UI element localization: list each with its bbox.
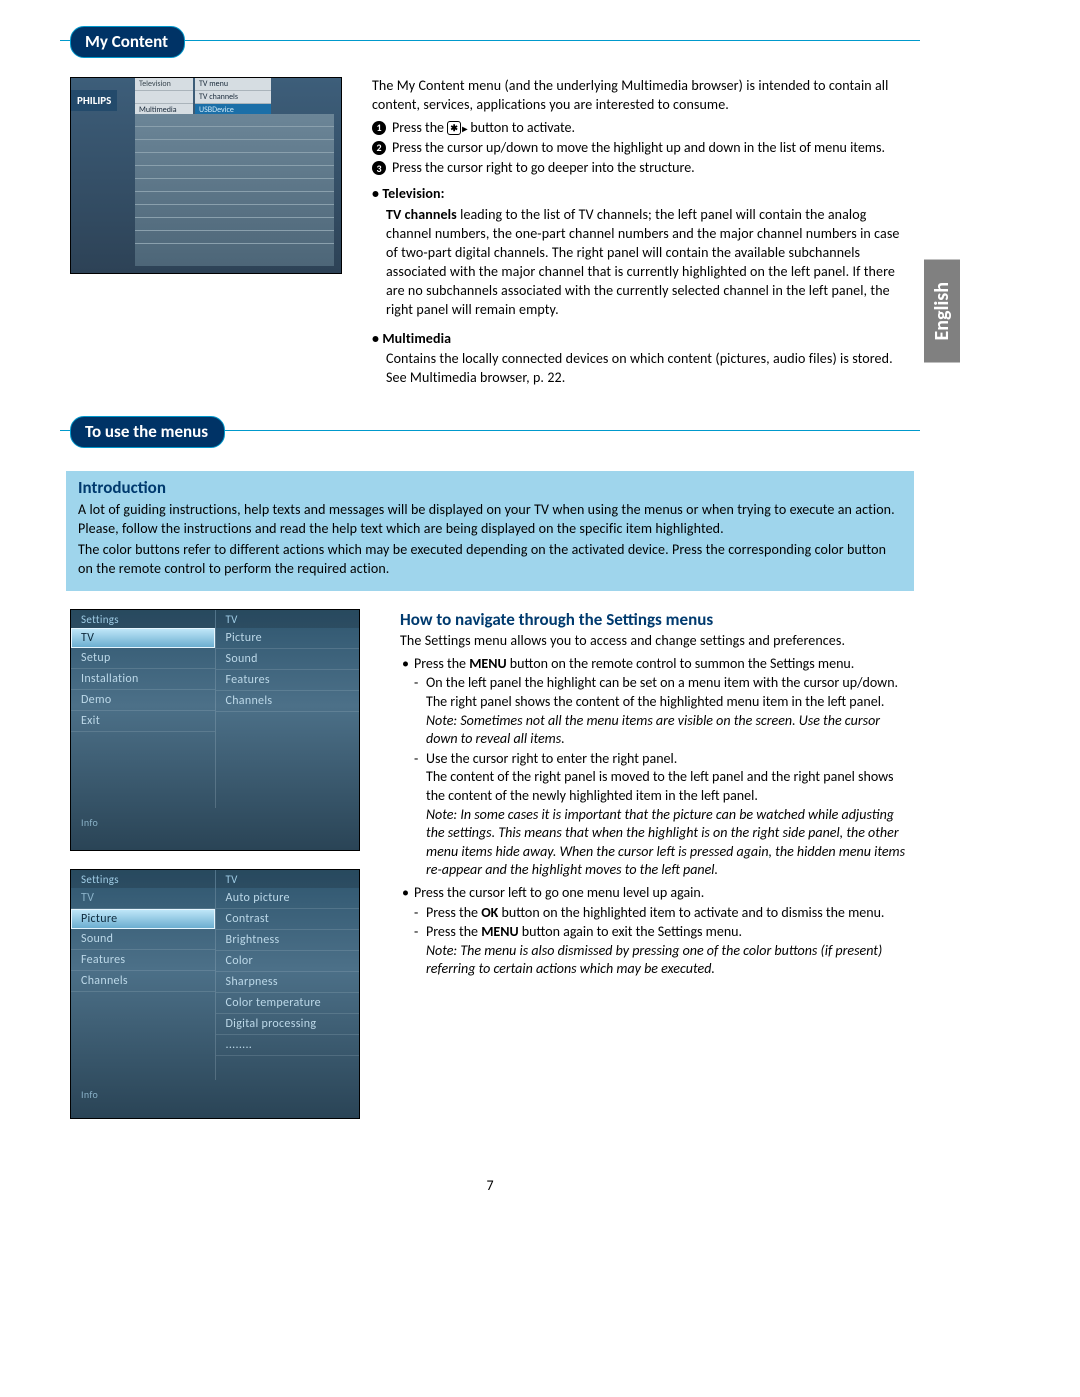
introduction-p1: A lot of guiding instructions, help text… — [78, 501, 902, 539]
howto-dash: Use the cursor right to enter the right … — [414, 750, 910, 880]
menu-item: ........ — [216, 1035, 360, 1056]
menu-item: Features — [71, 950, 215, 971]
howto-bullet-1: Press the MENU button on the remote cont… — [400, 655, 910, 880]
cell: . — [135, 91, 193, 104]
col-head: Settings — [71, 870, 215, 888]
howto-list: Press the MENU button on the remote cont… — [400, 655, 910, 979]
menu-item: Color — [216, 951, 360, 972]
cell: Television — [135, 78, 193, 91]
introduction-heading: Introduction — [78, 477, 902, 498]
col-head: TV — [216, 610, 360, 628]
menu-item: Features — [216, 670, 360, 691]
menu-item: Exit — [71, 711, 215, 732]
col-head: Settings — [71, 610, 215, 628]
menu-item: Channels — [216, 691, 360, 712]
info-footer: Info — [71, 1080, 359, 1107]
introduction-box: Introduction A lot of guiding instructio… — [66, 471, 914, 591]
menu-item: Digital processing — [216, 1014, 360, 1035]
howto-dash: On the left panel the highlight can be s… — [414, 674, 910, 748]
language-tab: English — [924, 260, 960, 363]
cell: TV channels — [195, 91, 271, 104]
screenshot-settings-2: Settings TV Picture Sound Features Chann… — [70, 869, 360, 1119]
step-number-1: 1 — [372, 121, 386, 135]
info-footer: Info — [71, 808, 359, 835]
menu-item: Demo — [71, 690, 215, 711]
multimedia-heading: • Multimedia — [372, 330, 910, 349]
step-number-3: 3 — [372, 161, 386, 175]
screenshot-mycontent: PHILIPS Television . Multimedia TV menu … — [70, 77, 342, 274]
menu-item: Brightness — [216, 930, 360, 951]
television-body: TV channels leading to the list of TV ch… — [386, 206, 910, 319]
howto-lead: The Settings menu allows you to access a… — [400, 632, 910, 651]
step-3-text: Press the cursor right to go deeper into… — [392, 159, 695, 177]
howto-dash: Press the MENU button again to exit the … — [414, 923, 910, 979]
menu-item: Contrast — [216, 909, 360, 930]
col-head: TV — [216, 870, 360, 888]
browse-icon: ✱▸ — [447, 121, 467, 135]
mycontent-steps: 1 Press the ✱▸ button to activate. 2 Pre… — [372, 119, 910, 178]
rule-1 — [60, 40, 920, 41]
menu-item-selected: Picture — [71, 909, 215, 929]
heading-to-use-menus: To use the menus — [70, 416, 225, 448]
menu-item: Channels — [71, 971, 215, 992]
howto-dash: Press the OK button on the highlighted i… — [414, 904, 910, 923]
menu-item: Picture — [216, 628, 360, 649]
philips-logo: PHILIPS — [71, 90, 117, 111]
page-number: 7 — [70, 1177, 910, 1194]
menu-item-selected: TV — [71, 628, 215, 648]
howto-bullet-2: Press the cursor left to go one menu lev… — [400, 884, 910, 979]
menu-item: Sound — [71, 929, 215, 950]
multimedia-body: Contains the locally connected devices o… — [386, 350, 910, 388]
heading-my-content: My Content — [70, 26, 185, 58]
screenshot-settings-1: Settings TV Setup Installation Demo Exit… — [70, 609, 360, 851]
introduction-p2: The color buttons refer to different act… — [78, 541, 902, 579]
television-heading: • Television: — [372, 185, 910, 204]
menu-item: Setup — [71, 648, 215, 669]
note: Note: In some cases it is important that… — [426, 806, 905, 879]
step-2-text: Press the cursor up/down to move the hig… — [392, 139, 885, 157]
cell: TV menu — [195, 78, 271, 91]
step-number-2: 2 — [372, 141, 386, 155]
menu-item: Sound — [216, 649, 360, 670]
menu-item: Color temperature — [216, 993, 360, 1014]
menu-item: TV — [71, 888, 215, 909]
note: Note: Sometimes not all the menu items a… — [426, 712, 880, 748]
howto-heading: How to navigate through the Settings men… — [400, 609, 910, 630]
mycontent-intro: The My Content menu (and the underlying … — [372, 77, 910, 115]
note: Note: The menu is also dismissed by pres… — [426, 942, 882, 978]
menu-item: Sharpness — [216, 972, 360, 993]
menu-item: Auto picture — [216, 888, 360, 909]
step-1-text: Press the ✱▸ button to activate. — [392, 119, 575, 137]
menu-item: Installation — [71, 669, 215, 690]
